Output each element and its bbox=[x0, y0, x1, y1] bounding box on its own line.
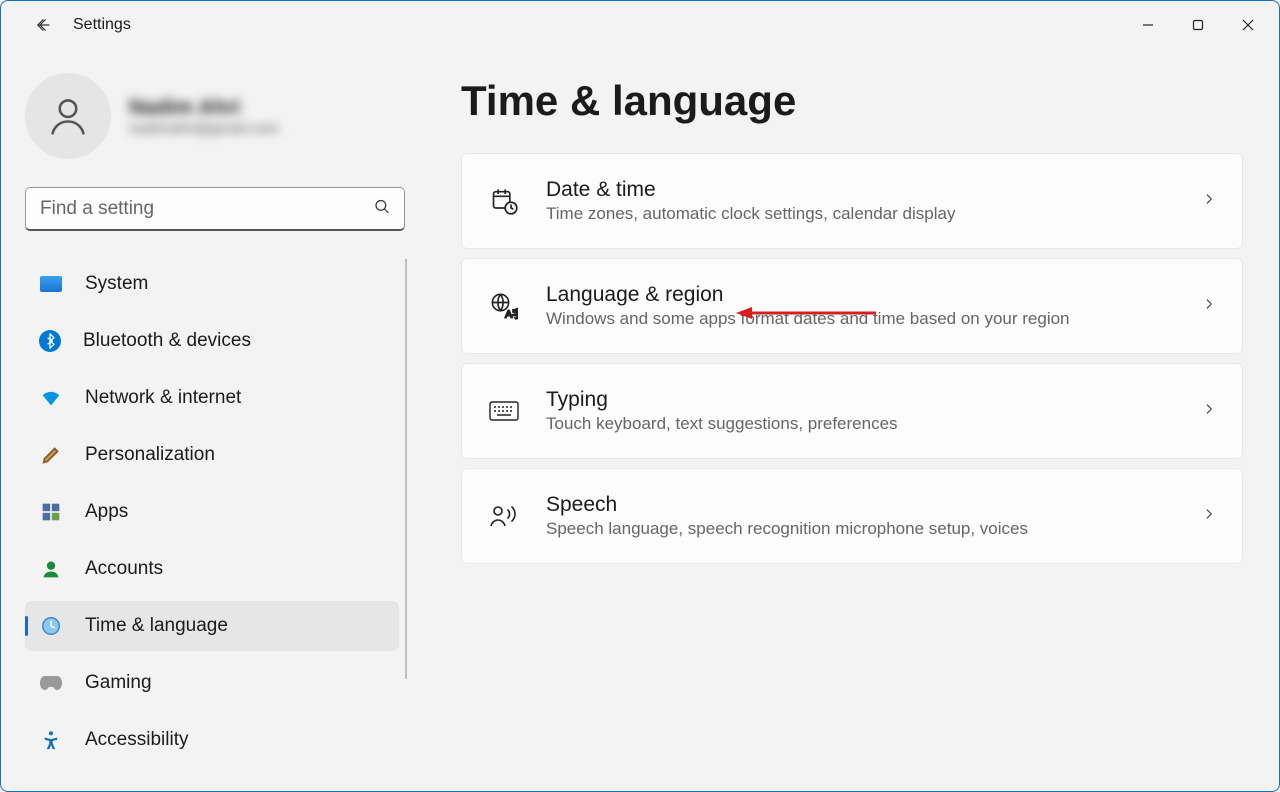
sidebar-item-gaming[interactable]: Gaming bbox=[25, 658, 399, 708]
card-title: Speech bbox=[546, 493, 1176, 517]
chevron-right-icon bbox=[1202, 297, 1216, 316]
nav-list: System Bluetooth & devices Network & int… bbox=[25, 259, 407, 679]
sidebar: Nadim Ahri nadimahri@gmail.com System bbox=[1, 49, 431, 791]
sidebar-item-label: Gaming bbox=[85, 672, 152, 694]
minimize-button[interactable] bbox=[1125, 9, 1171, 41]
search-input[interactable] bbox=[25, 187, 405, 231]
keyboard-icon bbox=[488, 395, 520, 427]
paintbrush-icon bbox=[39, 443, 63, 467]
card-typing[interactable]: Typing Touch keyboard, text suggestions,… bbox=[461, 363, 1243, 459]
sidebar-item-apps[interactable]: Apps bbox=[25, 487, 399, 537]
gamepad-icon bbox=[39, 671, 63, 695]
profile-block[interactable]: Nadim Ahri nadimahri@gmail.com bbox=[25, 73, 407, 159]
sidebar-item-personalization[interactable]: Personalization bbox=[25, 430, 399, 480]
card-description: Touch keyboard, text suggestions, prefer… bbox=[546, 414, 1176, 434]
chevron-right-icon bbox=[1202, 192, 1216, 211]
sidebar-item-label: Network & internet bbox=[85, 387, 241, 409]
card-speech[interactable]: Speech Speech language, speech recogniti… bbox=[461, 468, 1243, 564]
chevron-right-icon bbox=[1202, 507, 1216, 526]
card-description: Windows and some apps format dates and t… bbox=[546, 309, 1176, 329]
maximize-button[interactable] bbox=[1175, 9, 1221, 41]
sidebar-item-label: Apps bbox=[85, 501, 128, 523]
sidebar-item-label: Time & language bbox=[85, 615, 228, 637]
search-icon bbox=[373, 198, 391, 221]
main-content: Time & language Date & time Time zones, … bbox=[431, 49, 1279, 791]
sidebar-item-label: Bluetooth & devices bbox=[83, 330, 251, 352]
back-button[interactable] bbox=[23, 5, 63, 45]
sidebar-item-accessibility[interactable]: Accessibility bbox=[25, 715, 399, 765]
wifi-icon bbox=[39, 386, 63, 410]
bluetooth-icon bbox=[39, 330, 61, 352]
card-title: Typing bbox=[546, 388, 1176, 412]
sidebar-item-network[interactable]: Network & internet bbox=[25, 373, 399, 423]
profile-email: nadimahri@gmail.com bbox=[129, 120, 278, 137]
avatar bbox=[25, 73, 111, 159]
page-title: Time & language bbox=[461, 77, 1243, 125]
sidebar-item-bluetooth[interactable]: Bluetooth & devices bbox=[25, 316, 399, 366]
globe-clock-icon bbox=[39, 614, 63, 638]
app-title: Settings bbox=[73, 16, 131, 34]
titlebar: Settings bbox=[1, 1, 1279, 49]
globe-characters-icon: A字 bbox=[488, 290, 520, 322]
sidebar-item-system[interactable]: System bbox=[25, 259, 399, 309]
calendar-clock-icon bbox=[488, 185, 520, 217]
monitor-icon bbox=[39, 272, 63, 296]
profile-name: Nadim Ahri bbox=[129, 96, 278, 120]
sidebar-item-label: System bbox=[85, 273, 148, 295]
chevron-right-icon bbox=[1202, 402, 1216, 421]
person-icon bbox=[39, 557, 63, 581]
sidebar-item-accounts[interactable]: Accounts bbox=[25, 544, 399, 594]
card-description: Speech language, speech recognition micr… bbox=[546, 519, 1176, 539]
card-title: Date & time bbox=[546, 178, 1176, 202]
apps-icon bbox=[39, 500, 63, 524]
card-date-time[interactable]: Date & time Time zones, automatic clock … bbox=[461, 153, 1243, 249]
close-button[interactable] bbox=[1225, 9, 1271, 41]
svg-text:A字: A字 bbox=[505, 308, 518, 320]
card-description: Time zones, automatic clock settings, ca… bbox=[546, 204, 1176, 224]
sidebar-item-label: Accessibility bbox=[85, 729, 188, 751]
sidebar-item-time-language[interactable]: Time & language bbox=[25, 601, 399, 651]
card-language-region[interactable]: A字 Language & region Windows and some ap… bbox=[461, 258, 1243, 354]
sidebar-item-label: Accounts bbox=[85, 558, 163, 580]
card-title: Language & region bbox=[546, 283, 1176, 307]
person-speaking-icon bbox=[488, 500, 520, 532]
accessibility-icon bbox=[39, 728, 63, 752]
sidebar-item-label: Personalization bbox=[85, 444, 215, 466]
